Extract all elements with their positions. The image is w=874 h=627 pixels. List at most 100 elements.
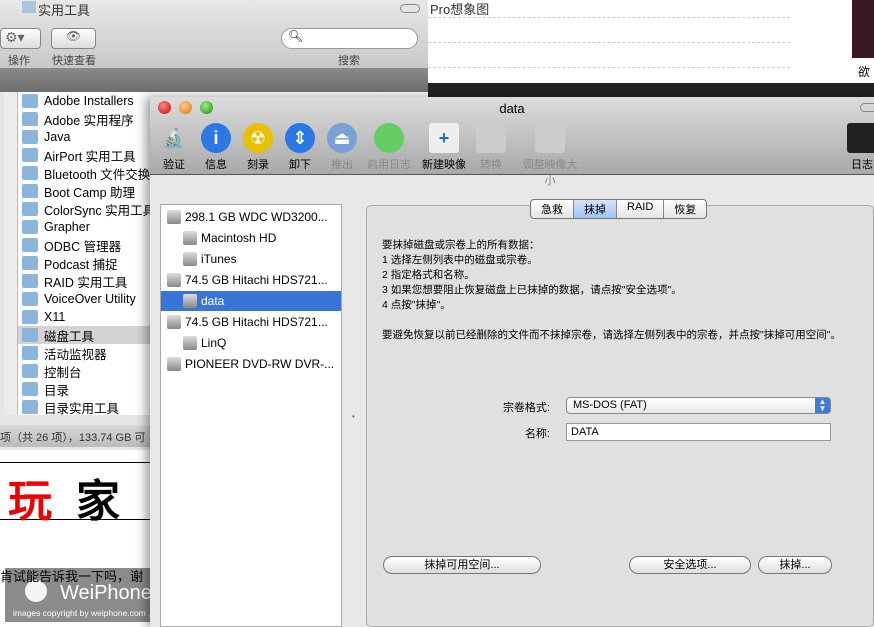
app-icon	[22, 292, 38, 306]
item-label: 磁盘工具	[44, 329, 95, 344]
action-button[interactable]: ⚙▾	[0, 28, 41, 49]
toolbar-label: 推出	[331, 159, 353, 171]
item-label: 目录	[44, 383, 70, 398]
toolbar-label: 启用日志	[367, 159, 411, 171]
finder-list-item[interactable]: Boot Camp 助理	[22, 182, 135, 200]
finder-list-item[interactable]: Java	[22, 128, 70, 146]
finder-list-item[interactable]: 活动监视器	[22, 344, 107, 362]
disk-label: 298.1 GB WDC WD3200...	[185, 210, 328, 224]
finder-list-item[interactable]: Bluetooth 文件交换	[22, 164, 150, 182]
eject-icon: ⏏	[327, 123, 357, 153]
finder-list-item[interactable]: X11	[22, 308, 65, 326]
banner-char: 家	[76, 476, 120, 527]
disk-label: data	[201, 294, 225, 308]
volume-item[interactable]: data	[161, 291, 341, 311]
format-select[interactable]: MS-DOS (FAT) ▲ ▼	[566, 397, 831, 414]
toolbar-toggle-button[interactable]	[400, 4, 420, 13]
side-caption[interactable]: 欲	[858, 63, 870, 80]
hard-disk-icon	[167, 273, 181, 287]
gear-icon: ⚙▾	[5, 29, 25, 45]
instruction-line: 要抹掉磁盘或宗卷上的所有数据：	[382, 239, 540, 251]
window-title: data	[499, 101, 525, 116]
tab-2[interactable]: RAID	[617, 200, 665, 218]
volume-item[interactable]: LinQ	[161, 333, 341, 353]
finder-list-item[interactable]: 目录实用工具	[22, 398, 119, 416]
app-icon	[22, 256, 38, 270]
web-nav-band	[428, 83, 874, 97]
instruction-line: 2 指定格式和名称。	[382, 269, 475, 281]
instruction-line: 3 如果您想要阻止恢复磁盘上已抹掉的数据，请点按"安全选项"。	[382, 284, 682, 296]
finder-list-item[interactable]: ODBC 管理器	[22, 236, 121, 254]
item-label: Podcast 捕捉	[44, 257, 118, 272]
disk-item[interactable]: 298.1 GB WDC WD3200...	[161, 207, 341, 227]
split-handle[interactable]: •	[352, 412, 355, 421]
toolbar-resize-image-button[interactable]: 调整映像大小	[520, 123, 580, 188]
disk-item[interactable]: PIONEER DVD-RW DVR-...	[161, 354, 341, 374]
finder-list-item[interactable]: Grapher	[22, 218, 90, 236]
finder-list-item[interactable]: 控制台	[22, 362, 82, 380]
name-field[interactable]: DATA	[566, 423, 831, 441]
item-label: Adobe 实用程序	[44, 113, 134, 128]
search-input[interactable]: 🔍︎	[281, 28, 418, 49]
toolbar-label: 刻录	[247, 159, 269, 171]
finder-list-item[interactable]: RAID 实用工具	[22, 272, 127, 290]
finder-list-item[interactable]: VoiceOver Utility	[22, 290, 136, 308]
item-label: ODBC 管理器	[44, 239, 122, 254]
item-label: 控制台	[44, 365, 82, 380]
tab-bar: 急救 抹掉 RAID 恢复	[530, 199, 708, 219]
finder-list-item[interactable]: 磁盘工具	[18, 326, 158, 344]
finder-path-band	[0, 68, 428, 92]
disk-item[interactable]: 74.5 GB Hitachi HDS721...	[161, 312, 341, 332]
erase-free-space-button[interactable]: 抹掉可用空间...	[383, 556, 541, 574]
quicklook-button[interactable]: 👁	[51, 28, 96, 49]
headline-link[interactable]: Pro想象图	[430, 0, 489, 18]
erase-button[interactable]: 抹掉...	[758, 556, 832, 574]
app-icon	[22, 148, 38, 162]
volume-item[interactable]: iTunes	[161, 249, 341, 269]
disk-label: LinQ	[201, 336, 227, 350]
toolbar-convert-button[interactable]: 转换	[461, 123, 521, 172]
disk-label: iTunes	[201, 252, 237, 266]
app-icon	[22, 310, 38, 324]
security-options-button[interactable]: 安全选项...	[629, 556, 751, 574]
item-label: Grapher	[44, 220, 90, 234]
app-icon	[22, 382, 38, 396]
quicklook-label: 快速查看	[52, 55, 96, 67]
toolbar-toggle-button[interactable]	[860, 103, 874, 112]
tab-3[interactable]: 恢复	[664, 200, 706, 218]
tab-0[interactable]: 急救	[531, 200, 574, 218]
toolbar-log-button[interactable]: 日志	[832, 123, 874, 172]
app-icon	[22, 130, 38, 144]
finder-list-item[interactable]: ColorSync 实用工具	[22, 200, 155, 218]
toolbar-label: 验证	[163, 159, 185, 171]
finder-list-item[interactable]: Adobe Installers	[22, 92, 134, 110]
item-label: 目录实用工具	[44, 401, 120, 416]
item-label: ColorSync 实用工具	[44, 203, 156, 218]
finder-list-item[interactable]: 目录	[22, 380, 69, 398]
app-icon	[22, 94, 38, 108]
hard-disk-icon	[167, 315, 181, 329]
toolbar-journal-button[interactable]: 启用日志	[359, 123, 419, 172]
hard-disk-icon	[183, 336, 197, 350]
disk-label: 74.5 GB Hitachi HDS721...	[185, 315, 328, 329]
chevron-updown-icon: ▲ ▼	[815, 398, 830, 413]
banner-char: 玩	[8, 476, 52, 527]
toolbar-label: 新建映像	[422, 159, 466, 171]
volume-item[interactable]: Macintosh HD	[161, 228, 341, 248]
app-icon	[22, 112, 38, 126]
hard-disk-icon	[183, 294, 197, 308]
thumbnail-image[interactable]	[852, 0, 874, 58]
item-label: Bluetooth 文件交换	[44, 167, 151, 182]
optical-drive-icon	[167, 357, 181, 371]
finder-scrollbar[interactable]	[4, 92, 18, 415]
tab-1[interactable]: 抹掉	[574, 200, 617, 218]
disk-list: 298.1 GB WDC WD3200... Macintosh HD iTunes…	[160, 204, 342, 627]
finder-list-item[interactable]: AirPort 实用工具	[22, 146, 136, 164]
item-label: X11	[44, 310, 66, 324]
instruction-line: 1 选择左侧列表中的磁盘或宗卷。	[382, 254, 538, 266]
microscope-icon: 🔬	[162, 127, 186, 148]
unmount-icon: ⇕	[285, 123, 315, 153]
finder-list-item[interactable]: Podcast 捕捉	[22, 254, 118, 272]
finder-list-item[interactable]: Adobe 实用程序	[22, 110, 134, 128]
disk-item[interactable]: 74.5 GB Hitachi HDS721...	[161, 270, 341, 290]
